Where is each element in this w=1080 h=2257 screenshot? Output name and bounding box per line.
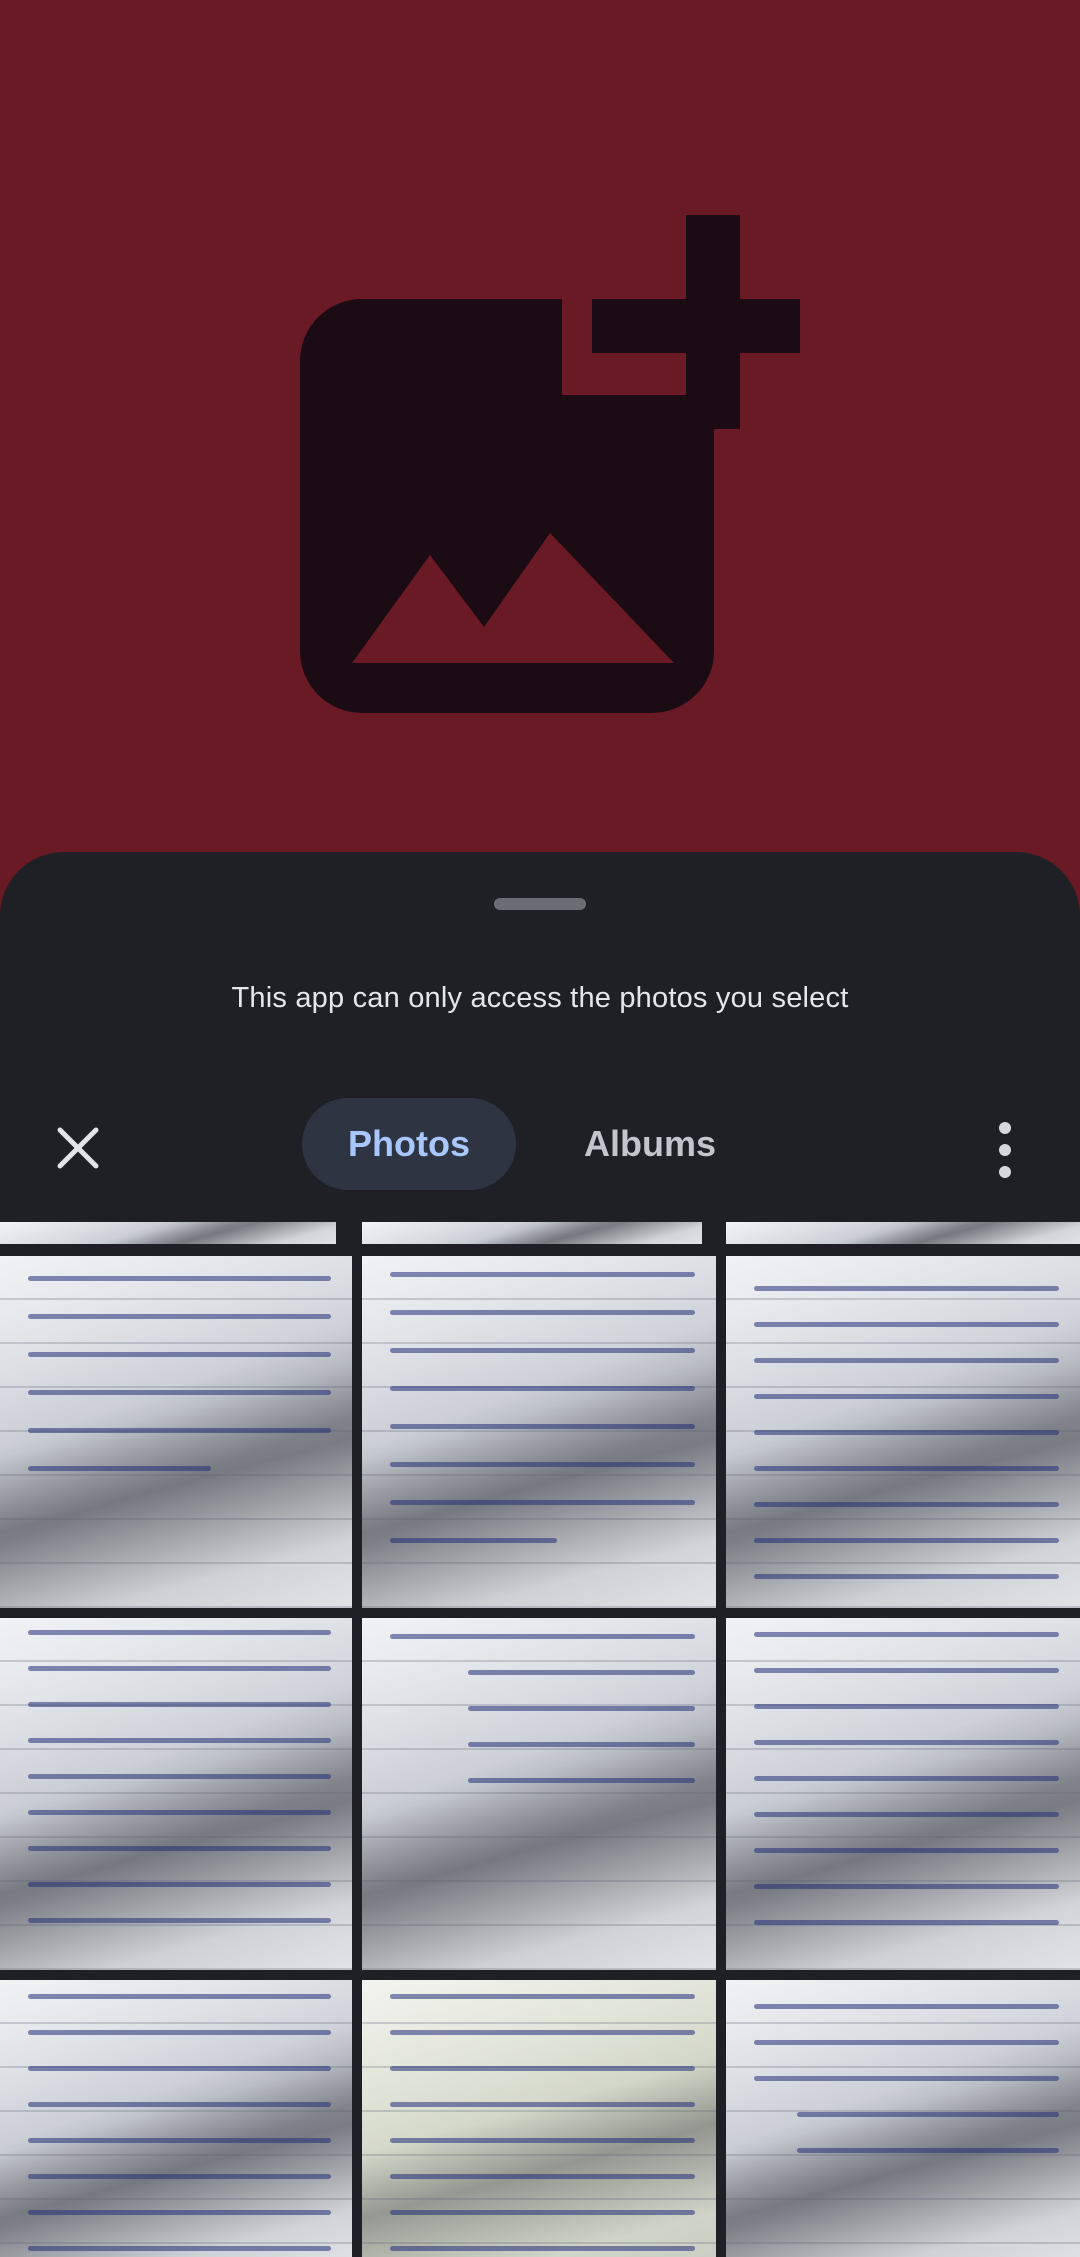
photo-picker-sheet: This app can only access the photos you … <box>0 852 1080 2257</box>
photo-thumbnail[interactable] <box>726 1980 1080 2257</box>
photo-thumbnail[interactable] <box>0 1618 352 1970</box>
add-photo-icon <box>300 215 810 713</box>
photo-thumbnail[interactable] <box>362 1618 716 1970</box>
photo-thumbnail[interactable] <box>726 1222 1080 1244</box>
access-message: This app can only access the photos you … <box>231 982 849 1014</box>
photo-thumbnail[interactable] <box>362 1980 716 2257</box>
hero-background <box>0 0 1080 900</box>
photo-thumbnail[interactable] <box>0 1256 352 1608</box>
tab-albums[interactable]: Albums <box>538 1098 762 1190</box>
more-vert-icon[interactable] <box>990 1116 1020 1180</box>
photo-thumbnail[interactable] <box>362 1222 702 1244</box>
close-icon[interactable] <box>50 1120 106 1176</box>
photo-thumbnail[interactable] <box>0 1980 352 2257</box>
photo-thumbnail[interactable] <box>726 1618 1080 1970</box>
photo-thumbnail[interactable] <box>0 1222 336 1244</box>
tab-photos[interactable]: Photos <box>302 1098 516 1190</box>
photo-thumbnail[interactable] <box>726 1256 1080 1608</box>
drag-handle[interactable] <box>494 898 586 910</box>
photo-thumbnail[interactable] <box>362 1256 716 1608</box>
tab-bar: Photos Albums <box>302 1098 762 1190</box>
